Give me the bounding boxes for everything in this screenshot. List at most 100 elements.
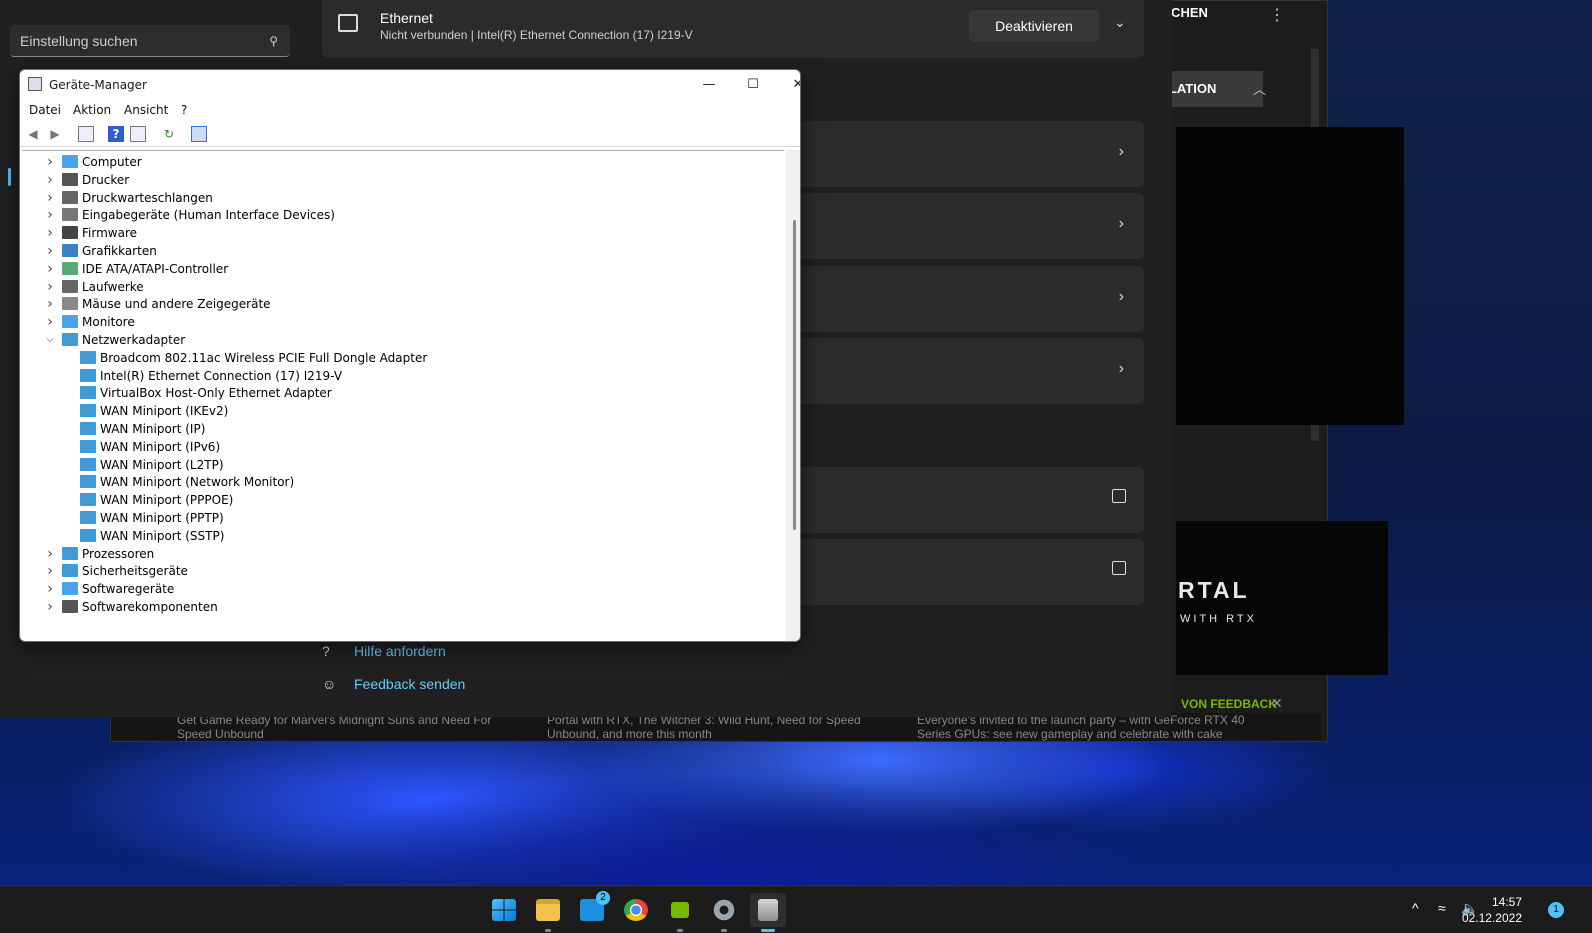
portal-rtx-promo[interactable]: RTAL WITH RTX [1176,521,1388,675]
feedback-link[interactable]: ☺ Feedback senden [322,676,465,692]
chevron-right-icon[interactable]: › [44,278,56,296]
tree-category[interactable]: › Grafikkarten [22,242,782,260]
menu-help[interactable]: ? [181,103,187,117]
device-manager-taskbar-button[interactable] [750,893,786,932]
tree-device[interactable]: WAN Miniport (PPTP) [22,509,782,527]
menu-datei[interactable]: Datei [29,103,61,117]
more-options-icon[interactable]: ⋮ [1269,5,1285,25]
settings-button[interactable] [706,893,742,932]
chevron-right-icon[interactable]: › [44,171,56,189]
properties-view-icon[interactable] [78,126,94,142]
collapse-chevron-icon[interactable]: ︿ [1253,79,1266,98]
notification-badge[interactable]: 1 [1548,902,1564,918]
minimize-button[interactable]: — [687,70,731,100]
tree-device[interactable]: Broadcom 802.11ac Wireless PCIE Full Don… [22,349,782,367]
mail-badge: 2 [596,891,610,905]
scan-hardware-icon[interactable] [191,126,207,142]
network-adapter-icon [80,493,96,507]
chevron-right-icon[interactable]: › [44,242,56,260]
menu-ansicht[interactable]: Ansicht [124,103,168,117]
deactivate-button[interactable]: Deaktivieren [969,10,1099,42]
chevron-right-icon[interactable]: › [44,313,56,331]
chevron-right-icon[interactable]: › [44,224,56,242]
vertical-scrollbar[interactable] [786,150,800,641]
tree-category[interactable]: ⌵ Netzwerkadapter [22,331,782,349]
device-category-icon [62,279,78,293]
tree-device[interactable]: Intel(R) Ethernet Connection (17) I219-V [22,367,782,385]
tree-device[interactable]: WAN Miniport (IKEv2) [22,402,782,420]
chevron-down-icon[interactable]: ⌄ [1114,14,1126,31]
chevron-right-icon[interactable]: › [44,189,56,207]
news-item[interactable]: Portal with RTX, The Witcher 3: Wild Hun… [547,713,877,741]
tree-category[interactable]: › Sicherheitsgeräte [22,562,782,580]
help-icon[interactable]: ? [108,126,124,142]
tree-category[interactable]: › Druckwarteschlangen [22,189,782,207]
chevron-right-icon[interactable]: › [44,562,56,580]
device-category-icon [62,261,78,275]
tree-device[interactable]: WAN Miniport (Network Monitor) [22,473,782,491]
chevron-right-icon[interactable]: › [44,153,56,171]
close-button[interactable]: ✕ [776,70,800,100]
network-adapter-icon [80,422,96,435]
scrollbar-thumb[interactable] [793,220,796,530]
tree-category[interactable]: › Monitore [22,313,782,331]
chevron-right-icon[interactable]: › [44,545,56,563]
tree-category[interactable]: › Prozessoren [22,545,782,563]
tree-category[interactable]: › IDE ATA/ATAPI-Controller [22,260,782,278]
tree-category[interactable]: › Computer [22,153,782,171]
network-adapter-icon [80,528,96,542]
tree-item-label: Firmware [82,226,137,241]
tree-category[interactable]: › Mäuse und andere Zeigegeräte [22,295,782,313]
chevron-right-icon[interactable]: › [44,206,56,224]
tree-device[interactable]: VirtualBox Host-Only Ethernet Adapter [22,384,782,402]
tree-item-label: Monitore [82,315,135,330]
tree-category[interactable]: › Softwaregeräte [22,580,782,598]
tree-category[interactable]: › Firmware [22,224,782,242]
tree-category[interactable]: › Eingabegeräte (Human Interface Devices) [22,206,782,224]
tree-device[interactable]: WAN Miniport (IPv6) [22,438,782,456]
portal-title: RTAL [1178,577,1250,603]
update-driver-icon[interactable]: ↻ [161,126,177,142]
tree-item-label: WAN Miniport (IKEv2) [100,404,229,419]
chevron-right-icon[interactable]: › [44,295,56,313]
nvidia-banner-image [1176,127,1404,425]
taskbar: 2 ^ ≈ 🔈 14:57 02.12.2022 1 [0,885,1592,933]
tree-device[interactable]: WAN Miniport (PPPOE) [22,491,782,509]
chevron-down-icon[interactable]: ⌵ [44,331,56,349]
device-tree[interactable]: › Computer › Drucker › Druckwarteschlangen › Ei… [22,150,784,641]
help-link[interactable]: ? Hilfe anfordern [322,643,446,659]
news-item[interactable]: Get Game Ready for Marvel's Midnight Sun… [177,713,507,741]
title-bar[interactable]: Geräte-Manager — ☐ ✕ [20,70,800,100]
chevron-right-icon[interactable]: › [44,260,56,278]
close-icon[interactable]: ✕ [1271,695,1283,712]
tree-device[interactable]: WAN Miniport (L2TP) [22,456,782,474]
mail-button[interactable]: 2 [574,891,610,927]
news-item[interactable]: Everyone's invited to the launch party –… [917,713,1247,741]
tree-device[interactable]: WAN Miniport (SSTP) [22,527,782,545]
tree-category[interactable]: › Softwarekomponenten [22,598,782,616]
chevron-up-icon[interactable]: ^ [1412,900,1419,916]
tree-category[interactable]: › Laufwerke [22,278,782,296]
device-manager-icon [758,899,778,921]
details-icon[interactable] [130,126,146,142]
tree-device[interactable]: WAN Miniport (IP) [22,420,782,438]
feedback-link-label: Feedback senden [354,676,466,692]
tree-item-label: Broadcom 802.11ac Wireless PCIE Full Don… [100,350,428,365]
chrome-button[interactable] [618,893,654,927]
settings-search-input[interactable]: Einstellung suchen ⚲ [10,25,290,57]
tree-category[interactable]: › Drucker [22,171,782,189]
chevron-right-icon[interactable]: › [44,598,56,616]
maximize-button[interactable]: ☐ [731,70,775,100]
nvidia-button[interactable] [662,893,698,932]
start-button[interactable] [486,893,522,927]
forward-icon[interactable]: ▶ [47,126,63,142]
back-icon[interactable]: ◀ [25,126,41,142]
file-explorer-button[interactable] [530,893,566,932]
nvidia-icon [671,902,689,918]
running-indicator [761,929,775,932]
chevron-right-icon[interactable]: › [44,580,56,598]
clock[interactable]: 14:57 02.12.2022 [1432,894,1522,926]
nvidia-feedback-label[interactable]: VON FEEDBACK [1181,697,1277,711]
ethernet-card[interactable]: Ethernet Nicht verbunden | Intel(R) Ethe… [322,0,1144,58]
menu-aktion[interactable]: Aktion [73,103,111,117]
